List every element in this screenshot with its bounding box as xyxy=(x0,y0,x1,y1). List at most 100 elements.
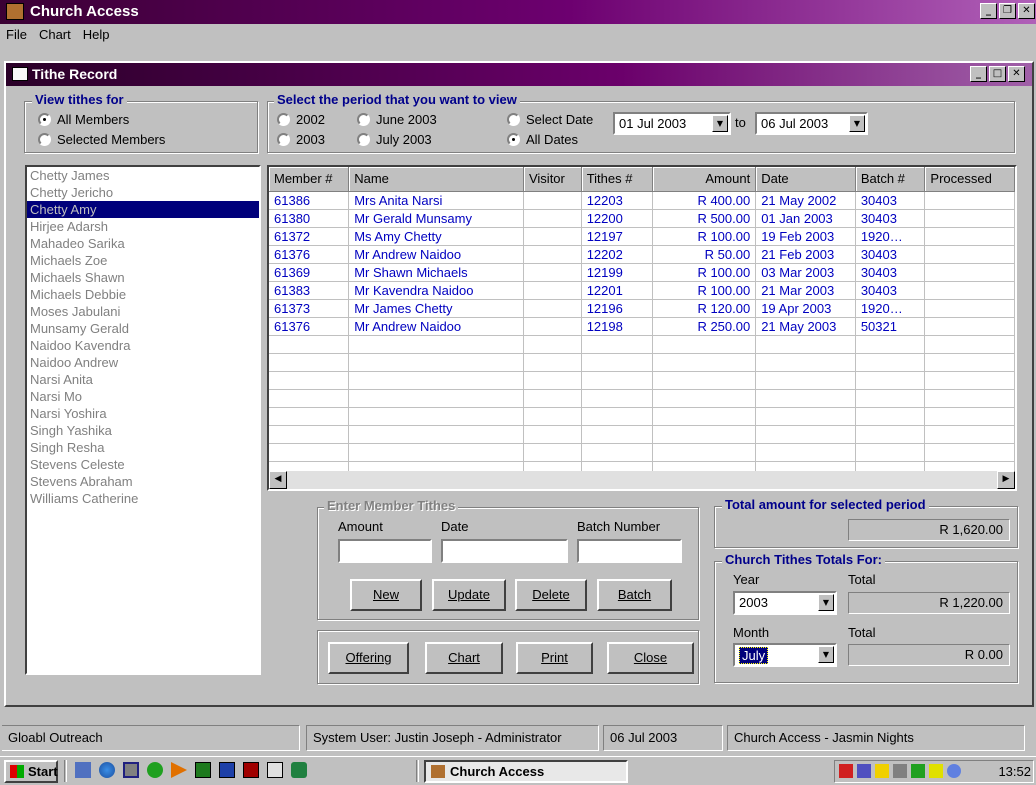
status-icon[interactable] xyxy=(911,764,925,778)
table-row[interactable]: 61369 Mr Shawn Michaels 12199 R 100.00 03 Ma… xyxy=(269,263,1015,282)
member-list-item[interactable]: Hirjee Adarsh xyxy=(27,218,259,235)
show-desktop-icon[interactable] xyxy=(75,762,91,778)
amount-field[interactable] xyxy=(338,539,432,563)
table-row[interactable]: 61372 Ms Amy Chetty 12197 R 100.00 19 Feb 20… xyxy=(269,227,1015,246)
member-list-item[interactable]: Singh Resha xyxy=(27,439,259,456)
member-list-item[interactable]: Williams Catherine xyxy=(27,490,259,507)
delete-button[interactable]: Delete xyxy=(515,579,587,611)
empty-table-row[interactable] xyxy=(269,371,1015,390)
to-date-picker[interactable]: 06 Jul 2003 ▼ xyxy=(755,112,868,135)
menu-help[interactable]: Help xyxy=(77,25,116,45)
member-list-item[interactable]: Narsi Anita xyxy=(27,371,259,388)
offering-button[interactable]: Offering xyxy=(328,642,409,674)
empty-table-row[interactable] xyxy=(269,425,1015,444)
speaker-icon[interactable] xyxy=(893,764,907,778)
table-row[interactable]: 61376 Mr Andrew Naidoo 12202 R 50.00 21 Feb … xyxy=(269,245,1015,264)
member-list-item[interactable]: Michaels Zoe xyxy=(27,252,259,269)
column-header[interactable]: Member # xyxy=(269,167,350,192)
chevron-down-icon[interactable]: ▼ xyxy=(818,594,834,611)
member-list-item[interactable]: Moses Jabulani xyxy=(27,303,259,320)
column-header[interactable]: Amount xyxy=(652,167,757,192)
period-2002-radio[interactable]: 2002 xyxy=(277,112,325,127)
select-date-radio[interactable]: Select Date xyxy=(507,112,593,127)
date-field[interactable] xyxy=(441,539,568,563)
network-icon[interactable] xyxy=(839,764,853,778)
chevron-down-icon[interactable]: ▼ xyxy=(818,646,834,663)
column-header[interactable]: Tithes # xyxy=(581,167,654,192)
horizontal-scrollbar[interactable]: ◀ ▶ xyxy=(269,471,1015,489)
table-row[interactable]: 61376 Mr Andrew Naidoo 12198 R 250.00 21 May… xyxy=(269,317,1015,336)
column-header[interactable]: Visitor xyxy=(523,167,582,192)
empty-table-row[interactable] xyxy=(269,335,1015,354)
close-button[interactable]: Close xyxy=(607,642,694,674)
member-list-item[interactable]: Mahadeo Sarika xyxy=(27,235,259,252)
menu-chart[interactable]: Chart xyxy=(33,25,77,45)
batch-button[interactable]: Batch xyxy=(597,579,672,611)
member-list-item[interactable]: Stevens Celeste xyxy=(27,456,259,473)
chevron-down-icon[interactable]: ▼ xyxy=(849,115,865,132)
table-row[interactable]: 61380 Mr Gerald Munsamy 12200 R 500.00 01 Ja… xyxy=(269,209,1015,228)
word-icon[interactable] xyxy=(219,762,235,778)
member-list-item[interactable]: Michaels Shawn xyxy=(27,269,259,286)
batch-number-field[interactable] xyxy=(577,539,682,563)
tithes-grid[interactable]: Member # Name Visitor Tithes # Amount Date Bat… xyxy=(267,165,1017,491)
maximize-icon[interactable]: □ xyxy=(989,66,1006,82)
column-header[interactable]: Batch # xyxy=(855,167,926,192)
close-icon[interactable]: ✕ xyxy=(1008,66,1025,82)
member-list-item[interactable]: Naidoo Andrew xyxy=(27,354,259,371)
restore-icon[interactable]: ❐ xyxy=(999,3,1016,19)
scroll-left-icon[interactable]: ◀ xyxy=(269,471,287,489)
update-button[interactable]: Update xyxy=(432,579,506,611)
member-list-item[interactable]: Chetty Jericho xyxy=(27,184,259,201)
display-icon[interactable] xyxy=(857,764,871,778)
lock-icon[interactable] xyxy=(929,764,943,778)
table-row[interactable]: 61386 Mrs Anita Narsi 12203 R 400.00 21 May … xyxy=(269,191,1015,210)
all-dates-radio[interactable]: All Dates xyxy=(507,132,578,147)
task-church-access[interactable]: Church Access xyxy=(424,760,628,783)
period-june-radio[interactable]: June 2003 xyxy=(357,112,437,127)
chart-button[interactable]: Chart xyxy=(425,642,503,674)
table-row[interactable]: 61373 Mr James Chetty 12196 R 120.00 19 Apr … xyxy=(269,299,1015,318)
close-icon[interactable]: ✕ xyxy=(1018,3,1035,19)
member-list-item[interactable]: Narsi Yoshira xyxy=(27,405,259,422)
menu-file[interactable]: File xyxy=(0,25,33,45)
table-row[interactable]: 61383 Mr Kavendra Naidoo 12201 R 100.00 21 M… xyxy=(269,281,1015,300)
computer-icon[interactable] xyxy=(123,762,139,778)
member-list-item[interactable]: Chetty James xyxy=(27,167,259,184)
empty-table-row[interactable] xyxy=(269,353,1015,372)
empty-table-row[interactable] xyxy=(269,389,1015,408)
empty-table-row[interactable] xyxy=(269,443,1015,462)
chevron-down-icon[interactable]: ▼ xyxy=(712,115,728,132)
excel-icon[interactable] xyxy=(195,762,211,778)
member-list-item[interactable]: Singh Yashika xyxy=(27,422,259,439)
year-select[interactable]: 2003 ▼ xyxy=(733,591,837,615)
minimize-icon[interactable]: _ xyxy=(970,66,987,82)
all-members-radio[interactable]: All Members xyxy=(38,112,129,127)
powerpoint-icon[interactable] xyxy=(243,762,259,778)
selected-members-radio[interactable]: Selected Members xyxy=(38,132,165,147)
outlook-icon[interactable] xyxy=(147,762,163,778)
new-button[interactable]: New xyxy=(350,579,422,611)
column-header[interactable]: Processed xyxy=(924,167,1015,192)
church-app-icon[interactable] xyxy=(6,3,24,20)
month-select[interactable]: July ▼ xyxy=(733,643,837,667)
internet-explorer-icon[interactable] xyxy=(99,762,115,778)
utility-icon[interactable] xyxy=(291,762,307,778)
from-date-picker[interactable]: 01 Jul 2003 ▼ xyxy=(613,112,731,135)
messenger-icon[interactable] xyxy=(947,764,961,778)
member-list-item[interactable]: Michaels Debbie xyxy=(27,286,259,303)
window-icon[interactable] xyxy=(12,67,28,81)
member-list-item[interactable]: Naidoo Kavendra xyxy=(27,337,259,354)
scroll-right-icon[interactable]: ▶ xyxy=(997,471,1015,489)
antivirus-icon[interactable] xyxy=(875,764,889,778)
minimize-icon[interactable]: _ xyxy=(980,3,997,19)
empty-table-row[interactable] xyxy=(269,407,1015,426)
period-july-radio[interactable]: July 2003 xyxy=(357,132,432,147)
member-list-item[interactable]: Munsamy Gerald xyxy=(27,320,259,337)
access-icon[interactable] xyxy=(267,762,283,778)
print-button[interactable]: Print xyxy=(516,642,593,674)
start-button[interactable]: Start xyxy=(4,760,58,783)
member-list-item[interactable]: Narsi Mo xyxy=(27,388,259,405)
media-player-icon[interactable] xyxy=(171,762,187,778)
column-header[interactable]: Name xyxy=(348,167,524,192)
